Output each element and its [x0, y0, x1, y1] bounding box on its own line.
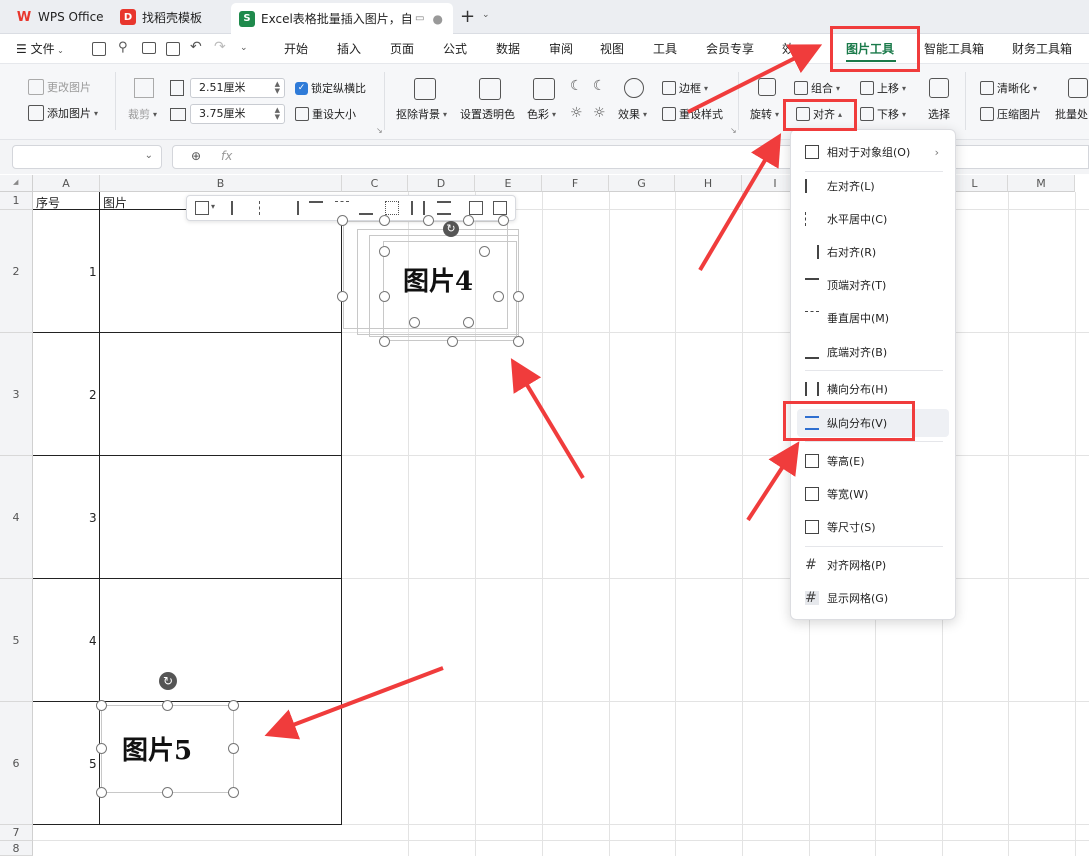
arrow-to-picture-5 [264, 666, 444, 740]
arrow-to-picture-tools [687, 44, 823, 114]
arrow-to-stacked-pictures [510, 358, 585, 480]
arrow-to-align [698, 133, 782, 272]
arrow-to-distribute-vertical [746, 441, 800, 522]
annotation-arrows [264, 44, 823, 740]
